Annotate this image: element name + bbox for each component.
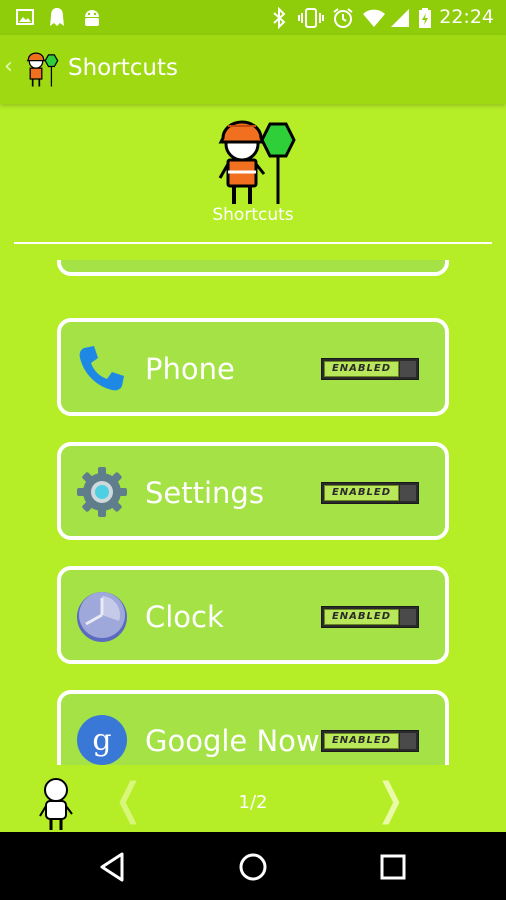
shortcut-card-partial[interactable]: [57, 260, 449, 276]
toggle-status-text: ENABLED: [324, 361, 399, 377]
shortcut-label: Phone: [145, 352, 235, 386]
back-chevron-icon[interactable]: ‹: [4, 55, 13, 79]
shortcut-label: Settings: [145, 476, 264, 510]
navigation-bar: [0, 832, 506, 900]
enabled-toggle[interactable]: ENABLED: [321, 730, 419, 752]
pager-bar: ❬ 1/2 ❭: [0, 766, 506, 832]
clock-icon: [77, 592, 127, 642]
svg-text:g: g: [92, 723, 111, 758]
shortcut-card-settings[interactable]: Settings ENABLED: [57, 442, 449, 540]
shortcut-list[interactable]: Phone ENABLED Settings ENABLED Clock ENA…: [0, 260, 506, 765]
enabled-toggle[interactable]: ENABLED: [321, 358, 419, 380]
nav-recents-icon[interactable]: [376, 850, 410, 884]
divider: [14, 242, 492, 244]
wifi-icon: [363, 9, 385, 27]
toggle-status-text: ENABLED: [324, 733, 399, 749]
vibrate-icon: [298, 8, 324, 28]
android-icon: [85, 10, 99, 26]
ghost-icon: [50, 8, 64, 26]
settings-gear-icon: [77, 467, 127, 517]
battery-charging-icon: [419, 8, 431, 28]
construction-worker-mascot-icon: [218, 120, 296, 204]
action-bar: ‹ Shortcuts: [0, 35, 506, 104]
alarm-icon: [333, 8, 353, 28]
image-icon: [16, 9, 34, 25]
shortcut-card-google-now[interactable]: g Google Now ENABLED: [57, 690, 449, 765]
google-icon: g: [77, 715, 127, 765]
signal-icon: [391, 9, 409, 27]
shortcut-label: Google Now: [145, 724, 320, 758]
chevron-right-icon[interactable]: ❭: [372, 778, 409, 822]
nav-home-icon[interactable]: [236, 850, 270, 884]
header-label: Shortcuts: [212, 205, 294, 225]
status-bar: 22:24: [0, 0, 506, 35]
enabled-toggle[interactable]: ENABLED: [321, 606, 419, 628]
app-logo-icon[interactable]: [22, 49, 60, 89]
bluetooth-icon: [273, 7, 286, 29]
toggle-status-text: ENABLED: [324, 485, 399, 501]
enabled-toggle[interactable]: ENABLED: [321, 482, 419, 504]
nav-back-icon[interactable]: [96, 850, 130, 884]
page-indicator: 1/2: [238, 792, 268, 813]
action-bar-title: Shortcuts: [68, 55, 178, 81]
phone-icon: [79, 346, 124, 391]
shortcut-label: Clock: [145, 600, 224, 634]
shortcut-card-phone[interactable]: Phone ENABLED: [57, 318, 449, 416]
toggle-status-text: ENABLED: [324, 609, 399, 625]
shortcut-card-clock[interactable]: Clock ENABLED: [57, 566, 449, 664]
status-time: 22:24: [439, 6, 494, 28]
